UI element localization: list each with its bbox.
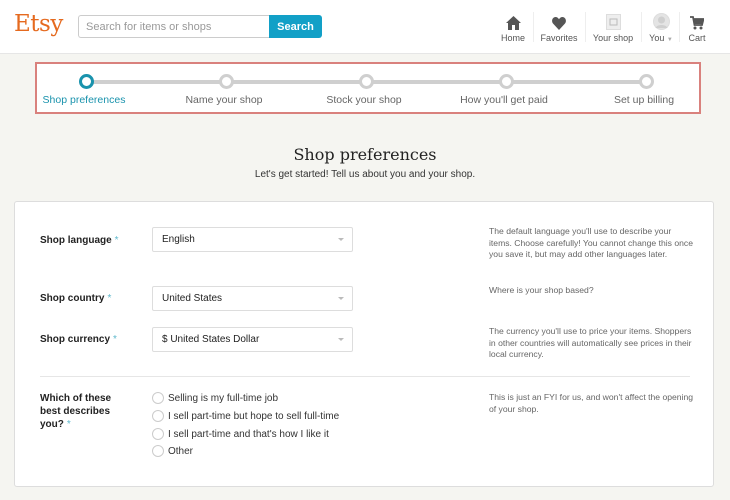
nav-favorites-label: Favorites <box>540 33 578 43</box>
radio-option-other[interactable]: Other <box>152 445 193 457</box>
search-placeholder: Search for items or shops <box>86 20 212 33</box>
nav-you-label: You ▼ <box>649 33 673 43</box>
cart-icon <box>690 10 704 30</box>
required-marker: * <box>113 334 117 345</box>
progress-stepper: Shop preferences Name your shop Stock yo… <box>35 62 701 114</box>
radio-option-part-time-like[interactable]: I sell part-time and that's how I like i… <box>152 428 329 440</box>
radio-option-full-time[interactable]: Selling is my full-time job <box>152 392 278 404</box>
nav-divider <box>533 12 534 42</box>
nav-you-text: You <box>649 33 665 43</box>
nav-divider <box>641 12 642 42</box>
shop-currency-label-text: Shop currency <box>40 334 111 345</box>
chevron-down-icon <box>338 297 344 300</box>
required-marker: * <box>114 235 119 246</box>
step-dot-set-up-billing[interactable] <box>639 74 654 89</box>
step-dot-stock-your-shop[interactable] <box>359 74 374 89</box>
step-label-shop-preferences[interactable]: Shop preferences <box>43 94 126 106</box>
section-divider <box>40 376 690 377</box>
radio-option-part-time-hope[interactable]: I sell part-time but hope to sell full-t… <box>152 410 339 422</box>
radio-button[interactable] <box>152 392 164 404</box>
radio-button[interactable] <box>152 445 164 457</box>
shop-preferences-form: Shop language * English The default langu… <box>14 201 714 487</box>
search-button[interactable]: Search <box>269 15 322 38</box>
nav-your-shop[interactable]: Your shop <box>592 10 634 44</box>
shop-language-label: Shop language * <box>40 234 119 247</box>
shop-country-help: Where is your shop based? <box>489 285 594 295</box>
nav-divider <box>679 12 680 42</box>
nav-your-shop-label: Your shop <box>592 33 634 43</box>
chevron-down-icon <box>338 338 344 341</box>
chevron-down-icon <box>338 238 344 241</box>
top-header: Etsy Search for items or shops Search Ho… <box>0 0 730 54</box>
radio-button[interactable] <box>152 428 164 440</box>
shop-language-label-text: Shop language <box>40 235 112 246</box>
nav-you[interactable]: You ▼ <box>647 10 675 44</box>
nav-favorites[interactable]: Favorites <box>539 10 579 44</box>
shop-country-label: Shop country * <box>40 292 111 305</box>
describe-you-label-text: Which of these best describes you? <box>40 393 112 430</box>
step-dot-name-your-shop[interactable] <box>219 74 234 89</box>
shop-currency-help: The currency you'll use to price your it… <box>489 326 692 359</box>
step-label-name-your-shop[interactable]: Name your shop <box>185 94 262 106</box>
shop-language-help: The default language you'll use to descr… <box>489 226 693 259</box>
nav-cart[interactable]: Cart <box>685 10 709 44</box>
step-dot-get-paid[interactable] <box>499 74 514 89</box>
nav-cart-label: Cart <box>688 33 706 43</box>
shop-currency-value: $ United States Dollar <box>162 334 260 345</box>
chevron-down-icon: ▼ <box>666 37 673 43</box>
radio-label[interactable]: Other <box>168 446 193 457</box>
home-icon <box>505 10 521 30</box>
describe-you-help: This is just an FYI for us, and won't af… <box>489 392 694 414</box>
shop-icon <box>605 10 621 30</box>
avatar-icon <box>652 10 670 30</box>
nav-home[interactable]: Home <box>498 10 528 44</box>
step-label-set-up-billing[interactable]: Set up billing <box>614 94 674 106</box>
step-label-stock-your-shop[interactable]: Stock your shop <box>326 94 401 106</box>
page-subtitle: Let's get started! Tell us about you and… <box>254 169 476 180</box>
required-marker: * <box>107 293 112 304</box>
describe-you-label: Which of these best describes you? * <box>40 392 125 431</box>
shop-currency-select[interactable]: $ United States Dollar <box>152 327 353 352</box>
shop-country-value: United States <box>162 293 223 304</box>
step-label-get-paid[interactable]: How you'll get paid <box>460 94 548 106</box>
nav-home-label: Home <box>500 33 525 43</box>
page-title: Shop preferences <box>293 145 437 164</box>
step-dot-shop-preferences[interactable] <box>79 74 94 89</box>
radio-label[interactable]: I sell part-time but hope to sell full-t… <box>168 411 339 422</box>
shop-language-value: English <box>162 234 195 245</box>
etsy-logo[interactable]: Etsy <box>14 11 63 37</box>
nav-divider <box>585 12 586 42</box>
search-input[interactable]: Search for items or shops <box>78 15 270 38</box>
shop-country-label-text: Shop country <box>40 293 105 304</box>
required-marker: * <box>66 419 71 430</box>
heart-icon <box>552 10 566 30</box>
shop-language-select[interactable]: English <box>152 227 353 252</box>
shop-country-select[interactable]: United States <box>152 286 353 311</box>
radio-label[interactable]: I sell part-time and that's how I like i… <box>168 429 329 440</box>
radio-label[interactable]: Selling is my full-time job <box>168 393 278 404</box>
shop-currency-label: Shop currency * <box>40 333 117 346</box>
radio-button[interactable] <box>152 410 164 422</box>
